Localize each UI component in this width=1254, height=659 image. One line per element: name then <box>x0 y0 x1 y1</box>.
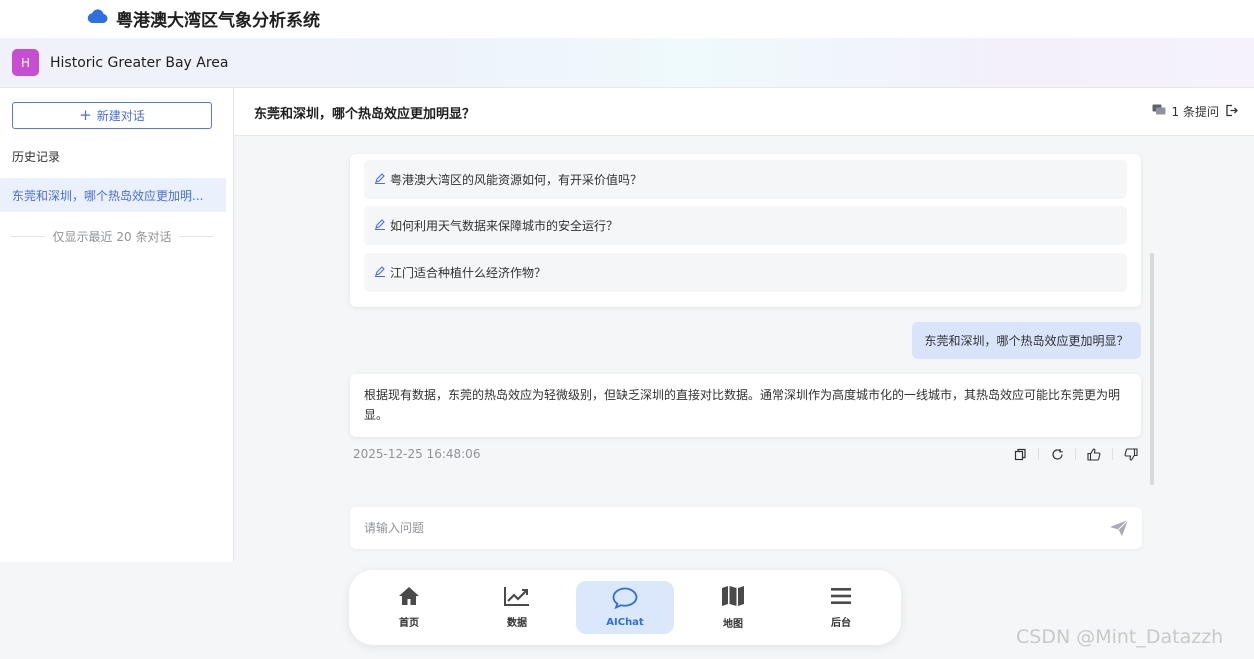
history-title: 历史记录 <box>12 150 61 164</box>
conversation-meta: 1 条提问 <box>1152 103 1238 120</box>
map-icon <box>721 585 745 611</box>
question-input[interactable] <box>364 518 1084 538</box>
brand: 粤港澳大湾区气象分析系统 <box>86 5 320 31</box>
suggestions-card: 粤港澳大湾区的风能资源如何，有开采价值吗？ 如何利用天气数据来保障城市的安全运行… <box>350 154 1141 307</box>
suggestion-item[interactable]: 粤港澳大湾区的风能资源如何，有开采价值吗？ <box>364 160 1127 199</box>
suggestion-text: 江门适合种植什么经济作物？ <box>390 266 547 280</box>
agent-name: Historic Greater Bay Area <box>50 54 229 71</box>
suggestion-text: 如何利用天气数据来保障城市的安全运行？ <box>390 219 619 233</box>
chat-bubble-icon <box>612 587 638 613</box>
nav-label: AIChat <box>606 617 644 628</box>
cloud-icon <box>86 8 108 28</box>
top-bar: 粤港澳大湾区气象分析系统 <box>0 0 1254 38</box>
message-actions <box>1010 444 1141 464</box>
chat-main: 东莞和深圳，哪个热岛效应更加明显？ 1 条提问 粤港澳大湾区的风能资源如何，有开… <box>234 88 1254 562</box>
nav-label: 首页 <box>399 618 419 629</box>
app-title: 粤港澳大湾区气象分析系统 <box>116 10 320 31</box>
conversation-header: 东莞和深圳，哪个热岛效应更加明显？ 1 条提问 <box>234 88 1254 136</box>
line-chart-icon <box>504 586 530 610</box>
export-icon[interactable] <box>1225 104 1238 120</box>
question-input-box <box>350 507 1142 549</box>
refresh-icon[interactable] <box>1047 444 1067 464</box>
nav-admin[interactable]: 后台 <box>792 581 890 634</box>
nav-map[interactable]: 地图 <box>684 581 782 634</box>
watermark: CSDN @Mint_Datazzh <box>1016 626 1224 648</box>
thumbs-down-icon[interactable] <box>1121 444 1141 464</box>
divider <box>179 236 214 237</box>
divider <box>1038 448 1039 460</box>
divider <box>1075 448 1076 460</box>
assistant-message: 根据现有数据，东莞的热岛效应为轻微级别，但缺乏深圳的直接对比数据。通常深圳作为高… <box>350 374 1141 437</box>
question-count: 1 条提问 <box>1171 105 1219 119</box>
user-message: 东莞和深圳，哪个热岛效应更加明显？ <box>912 322 1141 359</box>
home-icon <box>398 586 420 610</box>
history-note: 仅显示最近 20 条对话 <box>10 228 214 245</box>
new-chat-label: 新建对话 <box>96 109 145 123</box>
nav-label: 后台 <box>831 618 851 629</box>
suggestion-text: 粤港澳大湾区的风能资源如何，有开采价值吗？ <box>390 173 643 187</box>
menu-icon <box>830 586 852 610</box>
nav-label: 地图 <box>723 619 743 630</box>
copy-icon[interactable] <box>1010 444 1030 464</box>
plus-icon: + <box>79 106 92 124</box>
history-item[interactable]: 东莞和深圳，哪个热岛效应更加明... <box>0 178 226 212</box>
sidebar: + 新建对话 历史记录 东莞和深圳，哪个热岛效应更加明... 仅显示最近 20 … <box>0 88 234 562</box>
pencil-icon <box>374 265 386 280</box>
history-note-text: 仅显示最近 20 条对话 <box>52 230 172 244</box>
send-icon[interactable] <box>1108 518 1130 538</box>
bottom-nav: 首页 数据 AIChat 地图 后台 <box>349 570 901 645</box>
conversation-title: 东莞和深圳，哪个热岛效应更加明显？ <box>254 107 476 122</box>
agent-header: H Historic Greater Bay Area <box>0 38 1254 88</box>
pencil-icon <box>374 172 386 187</box>
divider <box>10 236 45 237</box>
chat-scrollbar[interactable] <box>1150 253 1154 485</box>
divider <box>1112 448 1113 460</box>
pencil-icon <box>374 218 386 233</box>
message-timestamp: 2025-12-25 16:48:06 <box>353 447 481 461</box>
nav-home[interactable]: 首页 <box>360 581 458 634</box>
thumbs-up-icon[interactable] <box>1084 444 1104 464</box>
agent-avatar: H <box>12 49 39 76</box>
suggestion-item[interactable]: 如何利用天气数据来保障城市的安全运行？ <box>364 206 1127 245</box>
nav-label: 数据 <box>507 618 527 629</box>
nav-data[interactable]: 数据 <box>468 581 566 634</box>
new-chat-button[interactable]: + 新建对话 <box>12 102 212 129</box>
messages-icon <box>1152 104 1166 119</box>
suggestion-item[interactable]: 江门适合种植什么经济作物？ <box>364 253 1127 292</box>
nav-aichat[interactable]: AIChat <box>576 581 674 634</box>
